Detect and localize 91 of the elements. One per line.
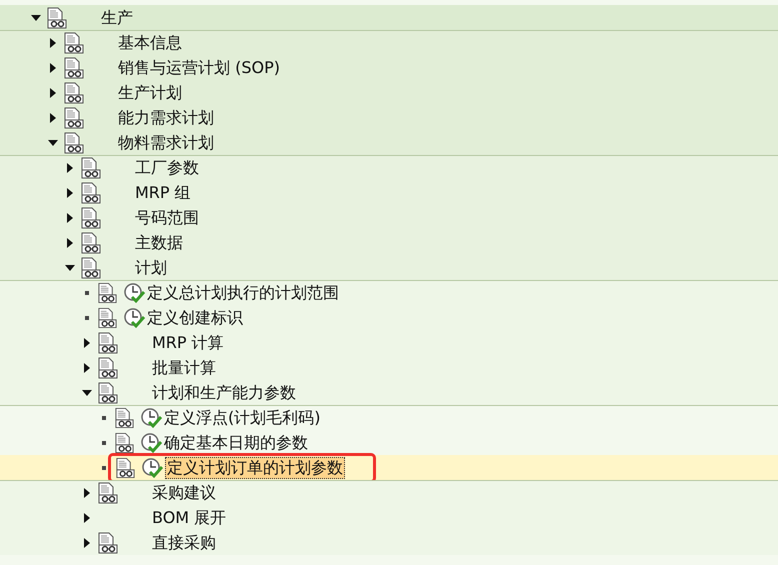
collapsed-arrow-icon[interactable] [50,38,56,48]
selected-tree-row[interactable]: 定义计划订单的计划参数 [0,455,778,480]
tree-node-label[interactable]: 生产 [101,8,133,28]
document-icon [97,282,118,304]
tree-node-label[interactable]: 主数据 [135,232,183,252]
document-icon [63,106,85,128]
document-icon [63,132,85,154]
collapsed-arrow-icon[interactable] [50,112,56,122]
document-icon [63,82,85,104]
tree-row[interactable]: 直接采购 [0,530,778,555]
tree-row[interactable]: 定义创建标识 [0,305,778,330]
document-icon [80,232,102,254]
tree-row[interactable]: 号码范围 [0,205,778,230]
clock-check-icon [141,456,165,478]
bullet-icon [85,316,89,320]
document-icon [114,407,135,429]
expanded-arrow-icon[interactable] [82,390,92,396]
tree-node-label[interactable]: 确定基本日期的参数 [164,432,308,452]
collapsed-arrow-icon[interactable] [84,488,90,498]
tree-row[interactable]: 主数据 [0,230,778,255]
tree-row[interactable]: 销售与运营计划 (SOP) [0,55,778,80]
expanded-arrow-icon[interactable] [48,140,58,146]
tree-node-label[interactable]: 定义创建标识 [147,308,243,328]
tree-row[interactable]: 生产计划 [0,80,778,105]
collapsed-arrow-icon[interactable] [84,538,90,548]
tree-node-label[interactable]: 物料需求计划 [118,132,214,152]
document-icon [63,56,85,78]
document-icon [97,382,119,404]
tree-node-label[interactable]: 定义计划订单的计划参数 [165,456,345,478]
tree-node-label[interactable]: BOM 展开 [152,508,226,528]
bullet-icon [85,291,89,295]
document-icon [63,32,85,54]
document-icon [97,332,119,354]
expanded-arrow-icon[interactable] [65,264,75,270]
tree-node-label[interactable]: 采购建议 [152,483,216,503]
tree-row[interactable]: 采购建议 [0,480,778,505]
tree-node-label[interactable]: 能力需求计划 [118,108,214,128]
tree-row[interactable]: BOM 展开 [0,505,778,530]
document-icon [97,532,119,554]
tree-row[interactable]: 能力需求计划 [0,105,778,130]
tree-node-label[interactable]: 定义总计划执行的计划范围 [147,283,339,303]
tree-node-label[interactable]: 计划和生产能力参数 [152,382,296,402]
document-icon [80,206,102,228]
tree-node-label[interactable]: MRP 计算 [152,332,224,352]
clock-check-icon [123,282,147,304]
tree-row[interactable]: 定义浮点(计划毛利码) [0,405,778,430]
document-icon [97,306,118,328]
collapsed-arrow-icon[interactable] [50,88,56,98]
clock-check-icon [123,306,147,328]
document-icon [97,482,119,504]
collapsed-arrow-icon[interactable] [67,238,73,248]
tree-row[interactable]: 批量计算 [0,355,778,380]
tree-node-label[interactable]: 工厂参数 [135,158,199,178]
tree-node-label[interactable]: 批量计算 [152,358,216,378]
document-icon [80,182,102,204]
tree-node-label[interactable]: 计划 [135,258,167,278]
tree-row[interactable]: MRP 计算 [0,330,778,355]
tree-row[interactable]: 基本信息 [0,30,778,55]
collapsed-arrow-icon[interactable] [67,188,73,198]
collapsed-arrow-icon[interactable] [84,338,90,348]
document-icon [80,256,102,278]
tree-node-label[interactable]: 销售与运营计划 (SOP) [118,58,280,78]
tree-node-label[interactable]: 基本信息 [118,33,182,53]
tree-node-label[interactable]: 定义浮点(计划毛利码) [164,408,320,428]
expanded-arrow-icon[interactable] [31,14,41,20]
bullet-icon [102,466,106,470]
collapsed-arrow-icon[interactable] [67,212,73,222]
tree-row[interactable]: 计划和生产能力参数 [0,380,778,405]
document-icon [46,6,68,28]
bullet-icon [102,416,106,420]
clock-check-icon [140,432,164,454]
tree-row[interactable]: 计划 [0,255,778,280]
tree-row[interactable]: MRP 组 [0,180,778,205]
document-icon [80,157,102,179]
tree-row[interactable]: 生产 [0,5,778,30]
clock-check-icon [140,407,164,429]
collapsed-arrow-icon[interactable] [50,62,56,72]
bullet-icon [102,440,106,444]
tree-node-label[interactable]: MRP 组 [135,182,191,202]
tree-node-label[interactable]: 直接采购 [152,532,216,552]
document-icon [97,356,119,378]
tree-node-label[interactable]: 生产计划 [118,82,182,102]
tree-node-label[interactable]: 号码范围 [135,208,199,228]
tree-row[interactable]: 物料需求计划 [0,130,778,155]
document-icon [114,432,135,454]
collapsed-arrow-icon[interactable] [84,512,90,522]
tree-row[interactable]: 工厂参数 [0,155,778,180]
tree-row[interactable]: 定义总计划执行的计划范围 [0,280,778,305]
collapsed-arrow-icon[interactable] [67,163,73,173]
document-icon [115,456,136,478]
collapsed-arrow-icon[interactable] [84,362,90,372]
